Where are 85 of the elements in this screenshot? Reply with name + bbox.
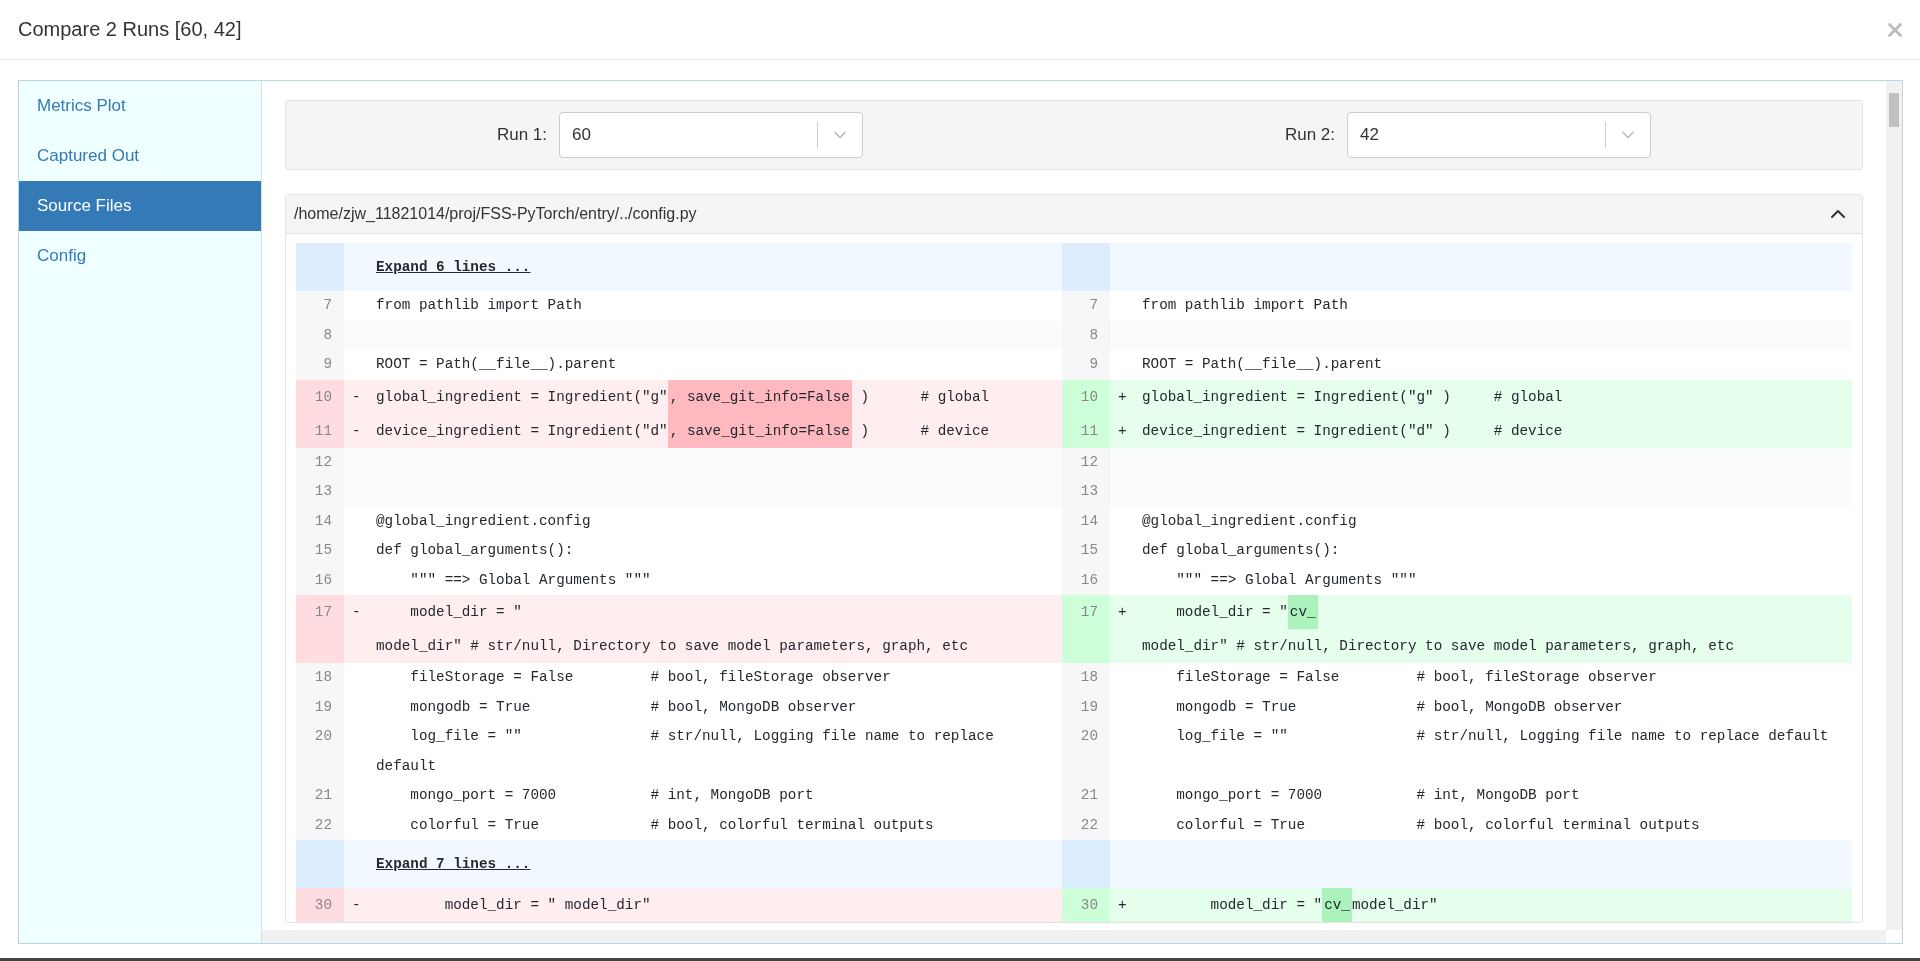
diff-sign: - xyxy=(352,422,361,439)
line-number: 21 xyxy=(296,781,344,811)
diff-sign: - xyxy=(352,388,361,405)
line-number: 13 xyxy=(296,477,344,507)
line-number: 22 xyxy=(296,810,344,840)
line-number: 13 xyxy=(1061,477,1110,507)
run-label: Run 1: xyxy=(496,125,548,145)
scrollbar[interactable] xyxy=(1886,81,1902,930)
sidebar-item[interactable]: Captured Out xyxy=(19,131,261,181)
code-line: global_ingredient = Ingredient("g" ) # global xyxy=(1141,387,1563,407)
code-line: fileStorage = False # bool, fileStorage observer xyxy=(1175,668,1657,687)
diff-sign: + xyxy=(1117,897,1127,913)
line-number: 15 xyxy=(296,536,344,566)
code-line: fileStorage = False # bool, fileStorage observer xyxy=(409,668,891,687)
run-label: Run 2: xyxy=(1284,125,1336,145)
code-line: def global_arguments(): xyxy=(376,541,574,560)
diff-sign: + xyxy=(1117,388,1127,405)
code-line: model_dir = " model_dir" xyxy=(443,896,651,915)
code-line: mongo_port = 7000 # int, MongoDB port xyxy=(409,786,814,805)
sidebar-item[interactable]: Config xyxy=(19,231,261,281)
code-line: log_file = "" # str/null, Logging file name to replace xyxy=(409,727,994,746)
code-line: mongodb = True # bool, MongoDB observer xyxy=(409,697,857,717)
expand-gutter xyxy=(296,243,344,291)
code-line: colorful = True # bool, colorful terminal outputs xyxy=(1175,815,1700,835)
line-number: 20 xyxy=(296,722,344,781)
line-number: 30 xyxy=(1061,888,1110,922)
file-path: /home/zjw_11821014/proj/FSS-PyTorch/entry/../config.py xyxy=(294,205,697,223)
code-line: log_file = "" # str/null, Logging file name to replace default xyxy=(1175,727,1829,746)
line-number: 11 xyxy=(1061,413,1110,448)
code-line: model_dir" # str/null, Directory to save model parameters, graph, etc xyxy=(1141,637,1734,656)
dialog-title: Compare 2 Runs [60, 42] xyxy=(18,18,242,41)
expand-gutter xyxy=(1061,840,1110,888)
line-number: 21 xyxy=(1061,781,1110,811)
code-line: ROOT = Path(__file__).parent xyxy=(1141,355,1383,374)
run-select[interactable]: 42 xyxy=(1347,112,1652,158)
line-number: 20 xyxy=(1061,722,1110,781)
code-line: model_dir = "cv_model_dir" xyxy=(1141,888,1438,922)
line-number: 14 xyxy=(296,506,344,536)
line-number: 16 xyxy=(296,565,344,595)
code-line: model_dir = "cv_ xyxy=(1141,595,1318,629)
code-line: global_ingredient = Ingredient("g", save_git_info=False ) # global xyxy=(376,379,990,414)
line-number: 7 xyxy=(296,291,344,321)
sidebar-item[interactable]: Metrics Plot xyxy=(19,81,261,131)
line-number: 17 xyxy=(1061,595,1110,663)
line-number: 19 xyxy=(296,692,344,722)
diff-sign: + xyxy=(1117,604,1127,620)
code-line: model_dir" # str/null, Directory to save model parameters, graph, etc xyxy=(376,637,968,656)
line-number: 18 xyxy=(1061,663,1110,693)
code-line: mongo_port = 7000 # int, MongoDB port xyxy=(1175,786,1580,805)
line-number: 12 xyxy=(296,447,344,477)
code-line: device_ingredient = Ingredient("d", save_git_info=False ) # device xyxy=(376,413,990,448)
expand-link[interactable]: Expand 6 lines ... xyxy=(376,259,531,275)
line-number: 18 xyxy=(296,663,344,693)
code-line: @global_ingredient.config xyxy=(1141,511,1357,531)
line-number: 9 xyxy=(1061,350,1110,380)
line-number: 10 xyxy=(1061,379,1110,414)
expand-gutter xyxy=(296,840,344,888)
code-line: model_dir = " xyxy=(409,603,522,622)
code-line: def global_arguments(): xyxy=(1141,541,1340,560)
line-number: 9 xyxy=(296,350,344,380)
scrollbar[interactable] xyxy=(262,930,1886,943)
expand-link[interactable]: Expand 7 lines ... xyxy=(376,856,531,872)
code-line: @global_ingredient.config xyxy=(376,511,591,531)
code-line: mongodb = True # bool, MongoDB observer xyxy=(1175,697,1623,717)
code-line: """ ==> Global Arguments """ xyxy=(409,570,651,590)
code-line: """ ==> Global Arguments """ xyxy=(1175,570,1417,590)
line-number: 11 xyxy=(296,413,344,448)
diff-sign: - xyxy=(352,604,361,620)
code-line: colorful = True # bool, colorful terminal outputs xyxy=(409,815,934,835)
line-number: 30 xyxy=(296,888,344,922)
expand-gutter xyxy=(1061,243,1110,291)
line-number: 10 xyxy=(296,379,344,414)
line-number: 17 xyxy=(296,595,344,663)
line-number: 15 xyxy=(1061,536,1110,566)
code-line: from pathlib import Path xyxy=(1141,296,1348,315)
sidebar-item[interactable]: Source Files xyxy=(19,181,261,231)
diff-sign: + xyxy=(1117,422,1127,439)
diff-sign: - xyxy=(352,897,361,913)
code-line: ROOT = Path(__file__).parent xyxy=(376,355,617,374)
line-number: 7 xyxy=(1061,291,1110,321)
run-select[interactable]: 60 xyxy=(559,112,864,158)
code-line: device_ingredient = Ingredient("d" ) # device xyxy=(1141,421,1563,441)
code-line: default xyxy=(376,756,437,776)
line-number: 8 xyxy=(296,320,344,350)
code-line: from pathlib import Path xyxy=(376,296,582,315)
